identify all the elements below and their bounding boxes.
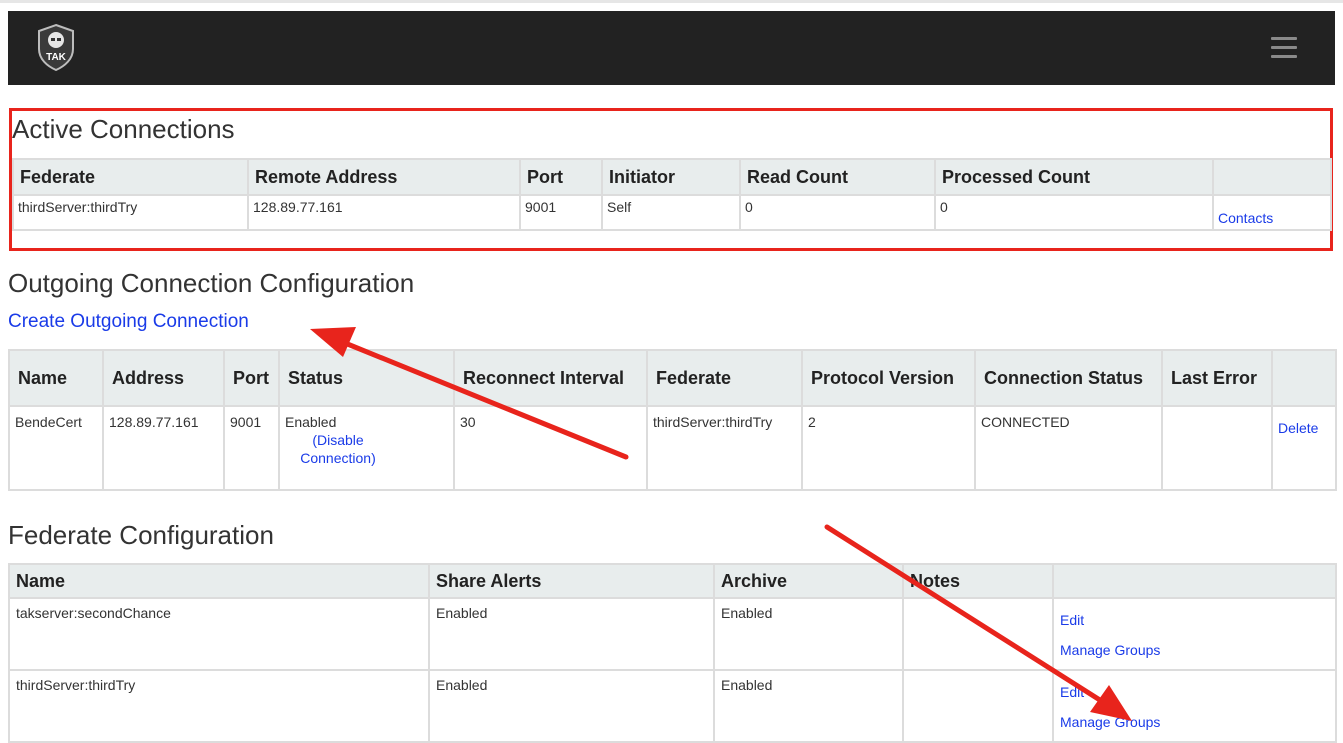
- cell-protocol-version: 2: [801, 405, 976, 491]
- cell-status: Enabled (Disable Connection): [278, 405, 455, 491]
- col-actions: [1271, 349, 1337, 407]
- create-outgoing-connection-link[interactable]: Create Outgoing Connection: [8, 311, 249, 333]
- col-last-error: Last Error: [1161, 349, 1273, 407]
- cell-actions: Edit Manage Groups: [1052, 597, 1337, 671]
- hamburger-menu-icon[interactable]: [1271, 37, 1297, 59]
- col-port: Port: [519, 158, 603, 196]
- cell-notes: [902, 597, 1054, 671]
- col-federate: Federate: [12, 158, 249, 196]
- cell-federate: thirdServer:thirdTry: [646, 405, 803, 491]
- table-header-row: Name Address Port Status Reconnect Inter…: [8, 349, 1337, 407]
- col-name: Name: [8, 349, 104, 407]
- cell-archive: Enabled: [713, 597, 904, 671]
- col-read-count: Read Count: [739, 158, 936, 196]
- tak-logo[interactable]: TAK: [36, 23, 76, 72]
- col-port: Port: [223, 349, 280, 407]
- cell-initiator: Self: [601, 194, 741, 231]
- manage-groups-link[interactable]: Manage Groups: [1060, 641, 1329, 659]
- cell-name: takserver:secondChance: [8, 597, 430, 671]
- delete-link[interactable]: Delete: [1278, 420, 1318, 436]
- cell-federate: thirdServer:thirdTry: [12, 194, 249, 231]
- col-status: Status: [278, 349, 455, 407]
- col-reconnect-interval: Reconnect Interval: [453, 349, 648, 407]
- col-notes: Notes: [902, 563, 1054, 599]
- col-actions: [1052, 563, 1337, 599]
- logo-text: TAK: [46, 52, 67, 63]
- cell-address: 128.89.77.161: [102, 405, 225, 491]
- cell-remote-address: 128.89.77.161: [247, 194, 521, 231]
- federate-configuration-table: Name Share Alerts Archive Notes takserve…: [8, 563, 1337, 743]
- status-value: Enabled: [285, 414, 337, 430]
- table-row: takserver:secondChance Enabled Enabled E…: [8, 597, 1337, 671]
- table-header-row: Federate Remote Address Port Initiator R…: [12, 158, 1332, 196]
- federate-configuration-title: Federate Configuration: [8, 520, 274, 550]
- table-row: thirdServer:thirdTry Enabled Enabled Edi…: [8, 669, 1337, 743]
- col-initiator: Initiator: [601, 158, 741, 196]
- active-connections-title: Active Connections: [12, 114, 235, 144]
- cell-share-alerts: Enabled: [428, 597, 715, 671]
- col-protocol-version: Protocol Version: [801, 349, 976, 407]
- cell-reconnect-interval: 30: [453, 405, 648, 491]
- cell-actions: Delete: [1271, 405, 1337, 491]
- navbar: TAK: [8, 11, 1335, 85]
- edit-link[interactable]: Edit: [1060, 683, 1329, 701]
- cell-port: 9001: [223, 405, 280, 491]
- edit-link[interactable]: Edit: [1060, 611, 1329, 629]
- cell-share-alerts: Enabled: [428, 669, 715, 743]
- outgoing-connection-title: Outgoing Connection Configuration: [8, 268, 415, 298]
- cell-actions: Contacts: [1212, 194, 1332, 231]
- cell-processed-count: 0: [934, 194, 1214, 231]
- table-row: thirdServer:thirdTry 128.89.77.161 9001 …: [12, 194, 1332, 231]
- cell-connection-status: CONNECTED: [974, 405, 1163, 491]
- col-share-alerts: Share Alerts: [428, 563, 715, 599]
- cell-actions: Edit Manage Groups: [1052, 669, 1337, 743]
- active-connections-table: Federate Remote Address Port Initiator R…: [12, 158, 1332, 231]
- manage-groups-link[interactable]: Manage Groups: [1060, 713, 1329, 731]
- col-connection-status: Connection Status: [974, 349, 1163, 407]
- col-processed-count: Processed Count: [934, 158, 1214, 196]
- col-archive: Archive: [713, 563, 904, 599]
- table-row: BendeCert 128.89.77.161 9001 Enabled (Di…: [8, 405, 1337, 491]
- cell-name: BendeCert: [8, 405, 104, 491]
- top-border: [0, 0, 1343, 3]
- table-header-row: Name Share Alerts Archive Notes: [8, 563, 1337, 599]
- disable-connection-link[interactable]: (Disable Connection): [285, 431, 383, 467]
- col-name: Name: [8, 563, 430, 599]
- contacts-link[interactable]: Contacts: [1218, 210, 1273, 226]
- col-remote-address: Remote Address: [247, 158, 521, 196]
- col-federate: Federate: [646, 349, 803, 407]
- col-address: Address: [102, 349, 225, 407]
- col-actions: [1212, 158, 1332, 196]
- cell-port: 9001: [519, 194, 603, 231]
- cell-last-error: [1161, 405, 1273, 491]
- cell-name: thirdServer:thirdTry: [8, 669, 430, 743]
- outgoing-connections-table: Name Address Port Status Reconnect Inter…: [8, 349, 1337, 491]
- cell-notes: [902, 669, 1054, 743]
- cell-read-count: 0: [739, 194, 936, 231]
- tak-shield-icon: TAK: [38, 23, 74, 72]
- cell-archive: Enabled: [713, 669, 904, 743]
